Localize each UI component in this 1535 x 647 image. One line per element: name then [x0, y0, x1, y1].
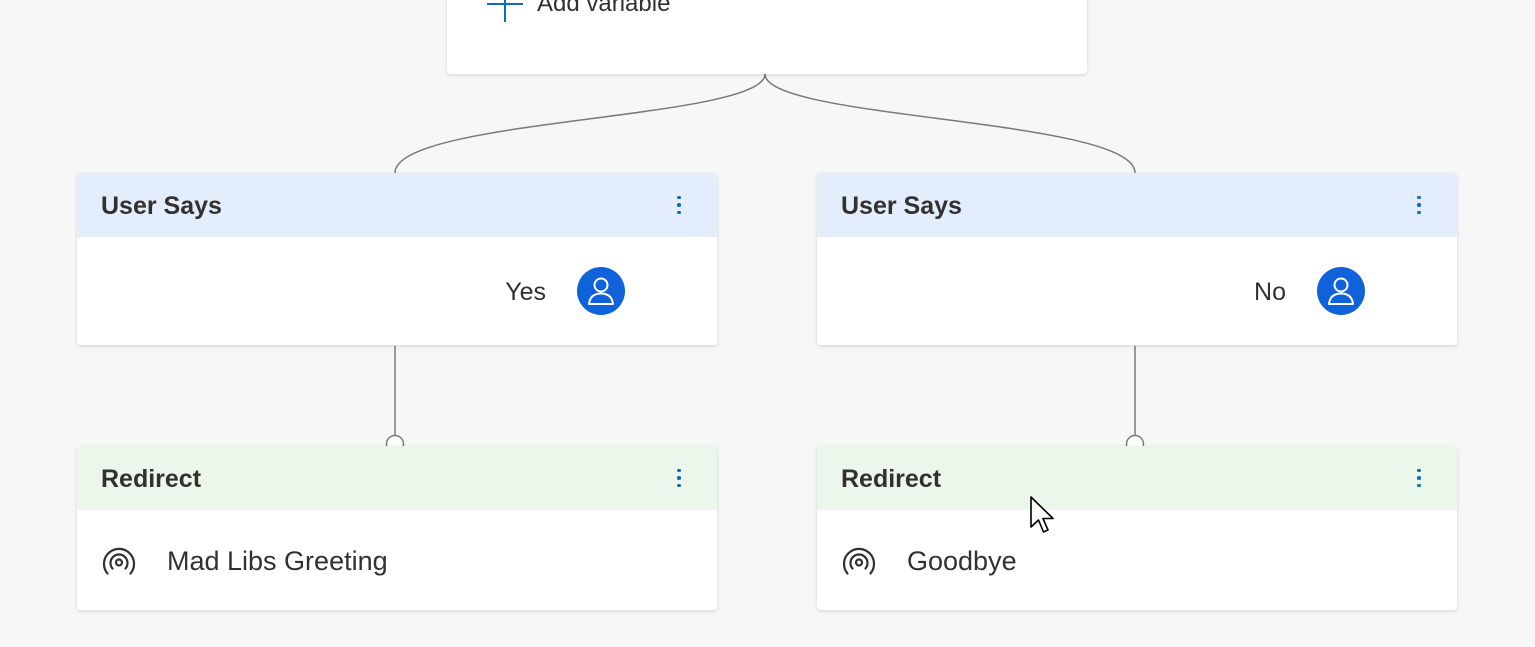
more-dot-icon — [677, 468, 681, 473]
user-says-card-yes[interactable]: User Says Yes — [77, 173, 717, 345]
card-header: User Says — [77, 173, 717, 237]
more-dot-icon — [677, 203, 681, 207]
user-utterance: Yes — [505, 278, 546, 306]
plus-icon — [487, 0, 523, 22]
more-dot-icon — [677, 210, 681, 215]
redirect-card-mad-libs[interactable]: Redirect Mad Libs Greeting — [77, 446, 717, 610]
card-body: Mad Libs Greeting — [77, 510, 717, 610]
broadcast-icon — [102, 547, 136, 575]
add-variable-label: Add variable — [537, 0, 671, 17]
card-header: User Says — [817, 173, 1457, 237]
more-options-button[interactable] — [665, 464, 693, 492]
card-header: Redirect — [77, 446, 717, 510]
more-dot-icon — [677, 476, 681, 480]
more-dot-icon — [1417, 195, 1421, 200]
user-utterance: No — [1254, 278, 1286, 306]
card-title: User Says — [841, 192, 962, 220]
card-body: Yes — [77, 237, 717, 345]
connector-to-left-branch — [394, 73, 766, 174]
user-avatar-icon — [1317, 267, 1365, 315]
redirect-target[interactable]: Mad Libs Greeting — [167, 510, 388, 610]
more-dot-icon — [1417, 476, 1421, 480]
add-variable-button[interactable]: Add variable — [487, 0, 670, 22]
connector-to-right-branch — [764, 73, 1136, 174]
card-body: Goodbye — [817, 510, 1457, 610]
card-title: Redirect — [101, 465, 202, 493]
more-dot-icon — [677, 195, 681, 200]
redirect-card-goodbye[interactable]: Redirect Goodbye — [817, 446, 1457, 610]
redirect-target[interactable]: Goodbye — [907, 510, 1017, 610]
more-dot-icon — [1417, 483, 1421, 488]
more-options-button[interactable] — [1405, 464, 1433, 492]
card-title: User Says — [101, 192, 222, 220]
more-dot-icon — [1417, 210, 1421, 215]
more-options-button[interactable] — [665, 191, 693, 219]
variables-card: Add variable — [447, 0, 1087, 74]
more-dot-icon — [1417, 468, 1421, 473]
mouse-cursor-icon — [1030, 496, 1054, 533]
more-options-button[interactable] — [1405, 191, 1433, 219]
card-title: Redirect — [841, 465, 942, 493]
more-dot-icon — [1417, 203, 1421, 207]
broadcast-icon — [842, 547, 876, 575]
more-dot-icon — [677, 483, 681, 488]
card-header: Redirect — [817, 446, 1457, 510]
user-avatar-icon — [577, 267, 625, 315]
user-says-card-no[interactable]: User Says No — [817, 173, 1457, 345]
card-body: No — [817, 237, 1457, 345]
